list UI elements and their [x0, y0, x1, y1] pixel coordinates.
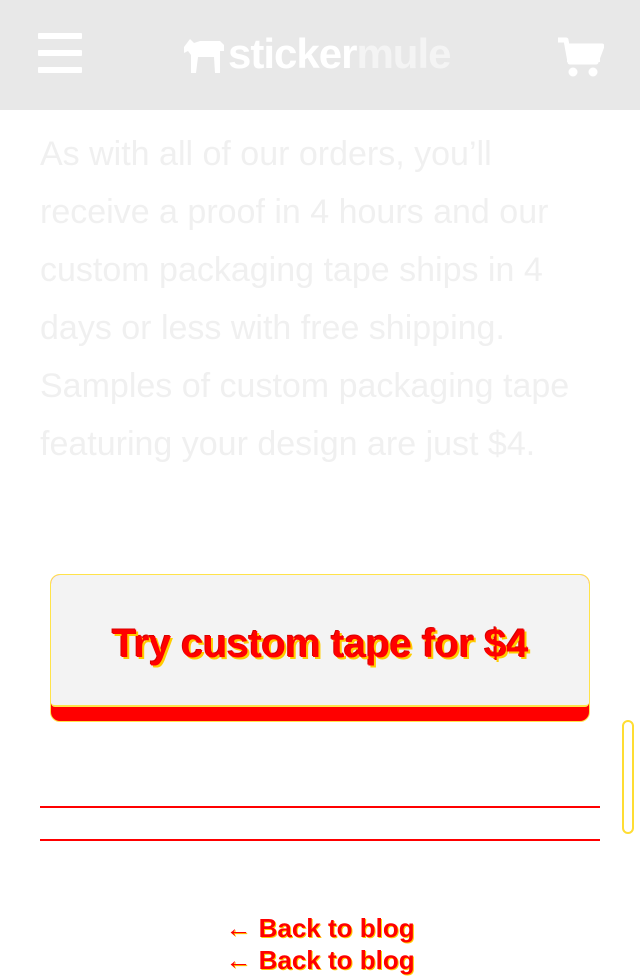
- sticker-mule-logo[interactable]: sticker mule: [180, 30, 451, 78]
- cart-icon[interactable]: [556, 36, 604, 78]
- try-custom-tape-button[interactable]: Try custom tape for $4: [50, 574, 590, 722]
- divider-bottom: [40, 839, 600, 841]
- article-paragraph: As with all of our orders, you’ll receiv…: [40, 135, 570, 463]
- button-face: Try custom tape for $4: [51, 575, 589, 707]
- button-label: Try custom tape for $4: [112, 621, 528, 666]
- top-header: sticker mule: [0, 0, 640, 110]
- hamburger-menu-icon[interactable]: [38, 33, 82, 73]
- logo-text-mule: mule: [356, 30, 451, 77]
- divider-top: [40, 806, 600, 808]
- scrollbar-thumb[interactable]: [622, 720, 634, 834]
- back-to-blog-link-echo: ← Back to blog: [225, 945, 415, 975]
- mule-logo-icon: [184, 39, 224, 73]
- logo-text-sticker: sticker: [228, 30, 357, 77]
- back-to-blog-link[interactable]: ← Back to blog: [0, 910, 640, 946]
